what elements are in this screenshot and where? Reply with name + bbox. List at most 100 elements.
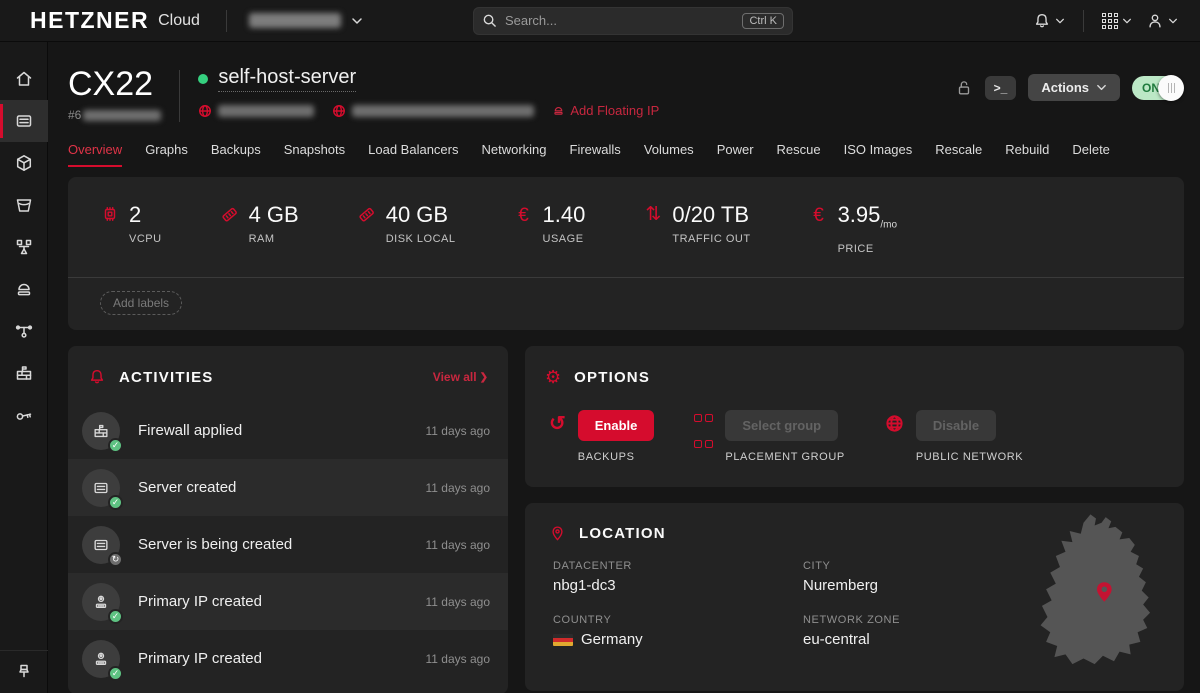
cpu-icon bbox=[101, 205, 119, 223]
tab-rescale[interactable]: Rescale bbox=[935, 142, 982, 167]
globe-icon bbox=[198, 104, 212, 118]
activity-row[interactable]: ✓ Firewall applied 11 days ago bbox=[68, 402, 508, 459]
tab-delete[interactable]: Delete bbox=[1072, 142, 1110, 167]
placement-squares-icon bbox=[694, 414, 713, 463]
disk-icon bbox=[353, 201, 380, 228]
tab-overview[interactable]: Overview bbox=[68, 142, 122, 167]
notifications-menu[interactable] bbox=[1033, 12, 1065, 30]
server-icon bbox=[92, 479, 110, 497]
server-header: CX22 #6 self-host-server bbox=[68, 66, 1184, 122]
add-floating-ip-label: Add Floating IP bbox=[570, 103, 659, 118]
stat-label: VCPU bbox=[129, 233, 162, 245]
sidebar-item-volumes[interactable] bbox=[0, 142, 48, 184]
server-type: CX22 bbox=[68, 66, 161, 102]
location-panel: LOCATION DATACENTER nbg1-dc3 CITY Nuremb… bbox=[525, 503, 1184, 691]
hetzner-logo[interactable]: HETZNER bbox=[30, 7, 149, 34]
apps-menu[interactable] bbox=[1102, 13, 1132, 29]
field-value: Nuremberg bbox=[803, 577, 1053, 594]
activity-row[interactable]: ↻ Server is being created 11 days ago bbox=[68, 516, 508, 573]
account-menu[interactable] bbox=[1146, 12, 1178, 30]
floating-ip-icon bbox=[14, 279, 34, 299]
germany-map bbox=[1020, 513, 1172, 671]
tab-rebuild[interactable]: Rebuild bbox=[1005, 142, 1049, 167]
ram-icon bbox=[216, 201, 243, 228]
sidebar-item-servers[interactable] bbox=[0, 100, 48, 142]
activity-row[interactable]: ✓ Server created 11 days ago bbox=[68, 459, 508, 516]
activities-panel: ACTIVITIES View all ❯ ✓ Firewall applied… bbox=[68, 346, 508, 693]
sidebar-item-floating-ips[interactable] bbox=[0, 268, 48, 310]
activity-row[interactable]: ✓ Primary IP created 11 days ago bbox=[68, 630, 508, 687]
tab-networking[interactable]: Networking bbox=[481, 142, 546, 167]
project-selector[interactable] bbox=[249, 13, 341, 28]
tab-firewalls[interactable]: Firewalls bbox=[570, 142, 621, 167]
chevron-right-icon: ❯ bbox=[480, 372, 488, 383]
security-key-icon bbox=[14, 405, 34, 425]
firewall-icon bbox=[14, 363, 34, 383]
add-labels-button[interactable]: Add labels bbox=[100, 291, 182, 315]
unlock-icon[interactable] bbox=[955, 79, 973, 97]
tab-iso-images[interactable]: ISO Images bbox=[844, 142, 913, 167]
view-all-link[interactable]: View all ❯ bbox=[433, 370, 488, 384]
tab-graphs[interactable]: Graphs bbox=[145, 142, 188, 167]
search-shortcut-badge: Ctrl K bbox=[742, 13, 784, 29]
server-name[interactable]: self-host-server bbox=[218, 66, 356, 92]
gear-icon: ⚙ bbox=[545, 368, 561, 386]
server-stats-panel: 2VCPU 4 GBRAM 40 GBDISK LOCAL € 1.40USAG… bbox=[68, 177, 1184, 330]
activity-text: Primary IP created bbox=[138, 650, 262, 667]
location-field-country: COUNTRY Germany bbox=[553, 614, 803, 648]
option-placement-group: Select group PLACEMENT GROUP bbox=[694, 410, 844, 463]
stat-label: PRICE bbox=[838, 243, 898, 255]
volumes-cube-icon bbox=[14, 153, 34, 173]
tab-volumes[interactable]: Volumes bbox=[644, 142, 694, 167]
account-icon bbox=[1146, 12, 1164, 30]
sidebar-item-storage[interactable] bbox=[0, 184, 48, 226]
field-label: DATACENTER bbox=[553, 560, 803, 572]
stat-label: DISK LOCAL bbox=[386, 233, 456, 245]
sidebar-item-load-balancers[interactable] bbox=[0, 226, 48, 268]
stat-value: 4 GB bbox=[249, 203, 299, 227]
sync-icon: ↻ bbox=[108, 552, 123, 567]
select-group-button: Select group bbox=[725, 410, 838, 441]
globe-icon bbox=[332, 104, 346, 118]
stat-value: 0/20 TB bbox=[672, 203, 750, 227]
activity-time: 11 days ago bbox=[426, 652, 491, 666]
servers-icon bbox=[14, 111, 34, 131]
chevron-down-icon bbox=[1055, 16, 1065, 26]
search-icon bbox=[482, 13, 497, 28]
chevron-down-icon bbox=[1096, 82, 1107, 93]
activity-time: 11 days ago bbox=[426, 481, 491, 495]
stat-value: 3.95 bbox=[838, 202, 881, 227]
add-floating-ip-button[interactable]: Add Floating IP bbox=[552, 103, 659, 118]
chevron-down-icon[interactable] bbox=[351, 15, 363, 27]
chevron-down-icon bbox=[1168, 16, 1178, 26]
history-icon: ↺ bbox=[549, 414, 566, 463]
topbar: HETZNER Cloud Search... Ctrl K bbox=[0, 0, 1200, 42]
tab-load-balancers[interactable]: Load Balancers bbox=[368, 142, 458, 167]
stat-usage: € 1.40USAGE bbox=[514, 203, 586, 255]
tab-snapshots[interactable]: Snapshots bbox=[284, 142, 345, 167]
actions-button[interactable]: Actions bbox=[1028, 74, 1120, 101]
activity-row[interactable]: ✓ Primary IP created 11 days ago bbox=[68, 573, 508, 630]
activity-text: Server created bbox=[138, 479, 236, 496]
tab-backups[interactable]: Backups bbox=[211, 142, 261, 167]
server-ipv6[interactable] bbox=[332, 104, 534, 118]
floating-ip-icon bbox=[552, 104, 565, 117]
server-id-blurred bbox=[83, 110, 161, 121]
sidebar-item-firewalls[interactable] bbox=[0, 352, 48, 394]
sidebar-item-security[interactable] bbox=[0, 394, 48, 436]
activity-time: 11 days ago bbox=[426, 595, 491, 609]
search-input[interactable]: Search... Ctrl K bbox=[473, 7, 793, 35]
sidebar-item-networks[interactable] bbox=[0, 310, 48, 352]
topbar-divider bbox=[1083, 10, 1084, 32]
enable-backups-button[interactable]: Enable bbox=[578, 410, 655, 441]
bell-icon bbox=[88, 368, 106, 386]
server-ipv4[interactable] bbox=[198, 104, 314, 118]
sidebar-pin-toggle[interactable] bbox=[0, 650, 48, 693]
sidebar-item-home[interactable] bbox=[0, 58, 48, 100]
console-button[interactable]: >_ bbox=[985, 76, 1017, 100]
options-title: OPTIONS bbox=[574, 369, 650, 386]
tab-rescue[interactable]: Rescue bbox=[777, 142, 821, 167]
power-toggle[interactable]: ON bbox=[1132, 75, 1184, 101]
tab-power[interactable]: Power bbox=[717, 142, 754, 167]
option-backups: ↺ Enable BACKUPS bbox=[549, 410, 654, 463]
